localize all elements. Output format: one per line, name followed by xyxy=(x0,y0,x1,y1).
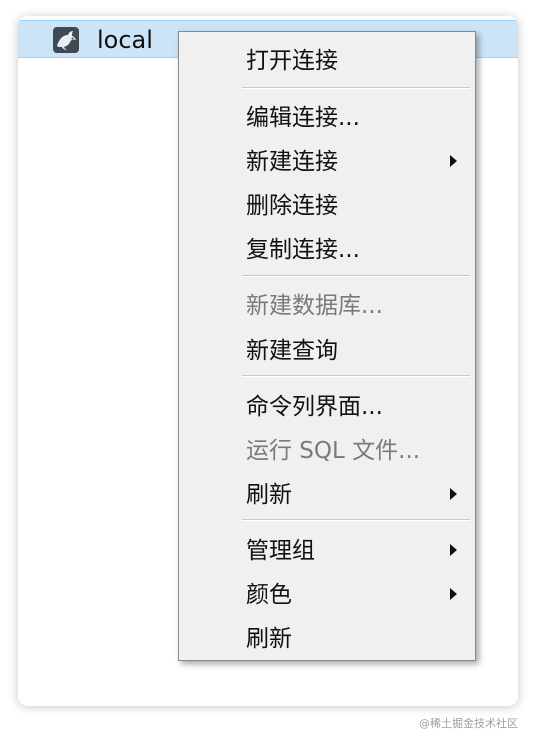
menu-separator xyxy=(242,375,470,377)
menu-separator xyxy=(242,275,470,277)
submenu-arrow-icon xyxy=(450,588,457,600)
menu-item-open-connection[interactable]: 打开连接 xyxy=(179,40,475,80)
menu-item-color[interactable]: 颜色 xyxy=(179,574,475,614)
menu-item-new-query[interactable]: 新建查询 xyxy=(179,330,475,370)
menu-item-manage-group[interactable]: 管理组 xyxy=(179,530,475,570)
menu-item-command-line-interface[interactable]: 命令列界面... xyxy=(179,386,475,426)
menu-item-label: 删除连接 xyxy=(246,193,338,219)
menu-item-label: 复制连接... xyxy=(246,237,360,263)
menu-item-label: 新建查询 xyxy=(246,338,338,364)
menu-item-refresh[interactable]: 刷新 xyxy=(179,618,475,658)
menu-item-refresh-submenu[interactable]: 刷新 xyxy=(179,474,475,514)
menu-item-label: 编辑连接... xyxy=(246,105,360,131)
connection-context-menu: 打开连接 编辑连接... 新建连接 删除连接 复制连接... 新建数据库... … xyxy=(178,31,476,661)
submenu-arrow-icon xyxy=(450,544,457,556)
submenu-arrow-icon xyxy=(450,155,457,167)
menu-item-label: 刷新 xyxy=(246,482,292,508)
menu-separator xyxy=(242,519,470,521)
menu-item-label: 运行 SQL 文件... xyxy=(246,438,421,464)
menu-item-label: 颜色 xyxy=(246,582,292,608)
watermark-text: @稀土掘金技术社区 xyxy=(419,717,518,730)
menu-item-delete-connection[interactable]: 删除连接 xyxy=(179,185,475,225)
menu-item-label: 刷新 xyxy=(246,626,292,652)
menu-item-duplicate-connection[interactable]: 复制连接... xyxy=(179,229,475,269)
mysql-dolphin-icon xyxy=(53,27,79,53)
menu-separator xyxy=(242,87,470,89)
menu-item-new-database: 新建数据库... xyxy=(179,285,475,325)
connection-name: local xyxy=(97,26,153,54)
menu-item-label: 新建数据库... xyxy=(246,293,383,319)
menu-item-label: 管理组 xyxy=(246,538,315,564)
submenu-arrow-icon xyxy=(450,488,457,500)
menu-item-edit-connection[interactable]: 编辑连接... xyxy=(179,97,475,137)
menu-item-label: 新建连接 xyxy=(246,149,338,175)
menu-item-run-sql-file: 运行 SQL 文件... xyxy=(179,430,475,470)
menu-item-new-connection[interactable]: 新建连接 xyxy=(179,141,475,181)
menu-item-label: 打开连接 xyxy=(246,48,338,74)
menu-item-label: 命令列界面... xyxy=(246,394,383,420)
